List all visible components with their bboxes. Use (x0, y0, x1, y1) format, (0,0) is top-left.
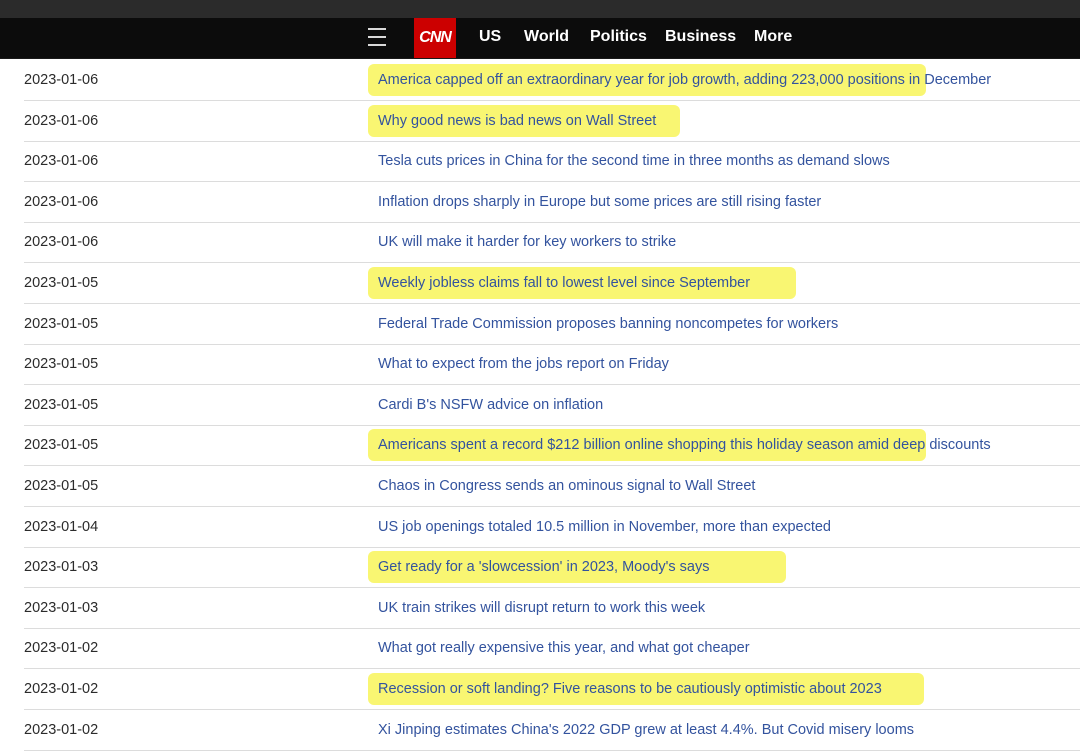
article-headline-link[interactable]: UK train strikes will disrupt return to … (378, 588, 705, 628)
article-date: 2023-01-06 (24, 112, 99, 129)
article-date: 2023-01-05 (24, 356, 99, 373)
article-date: 2023-01-05 (24, 315, 99, 332)
article-row: 2023-01-06 Inflation drops sharply in Eur… (24, 182, 1080, 223)
article-headline-link[interactable]: Recession or soft landing? Five reasons … (378, 669, 882, 709)
article-date: 2023-01-03 (24, 559, 99, 576)
nav-link-business[interactable]: Business (665, 18, 736, 58)
article-date: 2023-01-02 (24, 721, 99, 738)
article-date: 2023-01-06 (24, 193, 99, 210)
article-row: 2023-01-06 Why good news is bad news on W… (24, 101, 1080, 142)
article-headline-link[interactable]: Get ready for a 'slowcession' in 2023, M… (378, 547, 710, 587)
article-headline-link[interactable]: Cardi B's NSFW advice on inflation (378, 385, 603, 425)
nav-link-more[interactable]: More (754, 18, 792, 58)
article-headline-link[interactable]: What got really expensive this year, and… (378, 628, 750, 668)
article-headline-link[interactable]: Inflation drops sharply in Europe but so… (378, 182, 821, 222)
nav-link-us[interactable]: US (479, 18, 501, 58)
article-row: 2023-01-05 Americans spent a record $212 … (24, 425, 1080, 467)
article-date: 2023-01-05 (24, 437, 99, 454)
article-row: 2023-01-05 What to expect from the jobs r… (24, 344, 1080, 386)
article-date: 2023-01-02 (24, 681, 99, 697)
article-row: 2023-01-05 Cardi B's NSFW advice on infla… (24, 385, 1080, 426)
article-row: 2023-01-03 UK train strikes will disrupt … (24, 588, 1080, 629)
article-headline-link[interactable]: Tesla cuts prices in China for the secon… (378, 141, 890, 181)
article-headline-link[interactable]: What to expect from the jobs report on F… (378, 344, 669, 384)
article-row: 2023-01-04 US job openings totaled 10.5 m… (24, 507, 1080, 548)
article-date: 2023-01-06 (24, 72, 99, 88)
article-headline-link[interactable]: Xi Jinping estimates China's 2022 GDP gr… (378, 710, 914, 750)
article-date: 2023-01-06 (24, 153, 99, 170)
article-row: 2023-01-02 What got really expensive this… (24, 628, 1080, 670)
article-headline-link[interactable]: US job openings totaled 10.5 million in … (378, 507, 831, 547)
article-row: 2023-01-05 Weekly jobless claims fall to … (24, 263, 1080, 304)
article-row: 2023-01-02 Recession or soft landing? Fiv… (24, 669, 1080, 710)
article-headline-link[interactable]: UK will make it harder for key workers t… (378, 222, 676, 262)
article-row: 2023-01-05 Federal Trade Commission propo… (24, 304, 1080, 345)
article-row: 2023-01-06 UK will make it harder for key… (24, 222, 1080, 264)
article-headline-link[interactable]: America capped off an extraordinary year… (378, 60, 991, 100)
article-row: 2023-01-06 America capped off an extraord… (24, 60, 1080, 101)
article-date: 2023-01-05 (24, 478, 99, 494)
article-row: 2023-01-05 Chaos in Congress sends an omi… (24, 466, 1080, 507)
cnn-header-nav: CNN US World Politics Business More (0, 18, 1080, 59)
article-row: 2023-01-02 Xi Jinping estimates China's 2… (24, 710, 1080, 751)
article-date: 2023-01-05 (24, 275, 99, 291)
article-date: 2023-01-04 (24, 518, 99, 535)
nav-link-politics[interactable]: Politics (590, 18, 647, 58)
article-headline-link[interactable]: Americans spent a record $212 billion on… (378, 425, 991, 465)
article-row: 2023-01-03 Get ready for a 'slowcession' … (24, 547, 1080, 589)
article-headline-link[interactable]: Federal Trade Commission proposes bannin… (378, 304, 838, 344)
hamburger-menu-icon[interactable] (368, 28, 386, 46)
article-date: 2023-01-06 (24, 234, 99, 251)
article-headline-link[interactable]: Chaos in Congress sends an ominous signa… (378, 466, 755, 506)
article-date: 2023-01-05 (24, 396, 99, 413)
article-row: 2023-01-06 Tesla cuts prices in China for… (24, 141, 1080, 183)
article-date: 2023-01-02 (24, 640, 99, 657)
article-date: 2023-01-03 (24, 599, 99, 616)
cnn-logo[interactable]: CNN (414, 18, 456, 58)
article-headline-link[interactable]: Weekly jobless claims fall to lowest lev… (378, 263, 750, 303)
browser-top-strip (0, 0, 1080, 18)
article-headline-link[interactable]: Why good news is bad news on Wall Street (378, 101, 656, 141)
nav-link-world[interactable]: World (524, 18, 569, 58)
